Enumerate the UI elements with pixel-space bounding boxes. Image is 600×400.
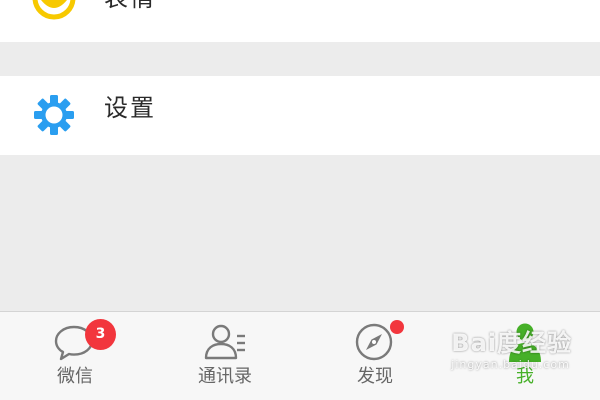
watermark: Bai度经验 jingyan.baidu.com [451, 331, 572, 370]
gear-icon [34, 95, 74, 135]
list-item-settings[interactable] [0, 76, 600, 155]
tab-contacts[interactable]: 通讯录 [150, 312, 300, 400]
emoji-icon [32, 0, 76, 20]
tab-discover[interactable]: 发现 [300, 312, 450, 400]
tab-label: 微信 [57, 366, 93, 387]
tab-chats[interactable]: 3 微信 [0, 312, 150, 400]
tab-label: 发现 [357, 366, 393, 387]
list-item-label: 设置 [104, 94, 156, 122]
compass-icon [355, 323, 393, 361]
list-item-label: 表情 [104, 0, 156, 10]
tab-label: 通讯录 [198, 366, 252, 387]
unread-count-badge: 3 [85, 319, 116, 350]
watermark-logo: Bai度经验 [451, 329, 572, 357]
new-content-dot [390, 320, 404, 334]
watermark-url: jingyan.baidu.com [451, 358, 570, 371]
list-item-emoji[interactable]: 表情 [0, 0, 600, 42]
contacts-icon [204, 324, 245, 360]
